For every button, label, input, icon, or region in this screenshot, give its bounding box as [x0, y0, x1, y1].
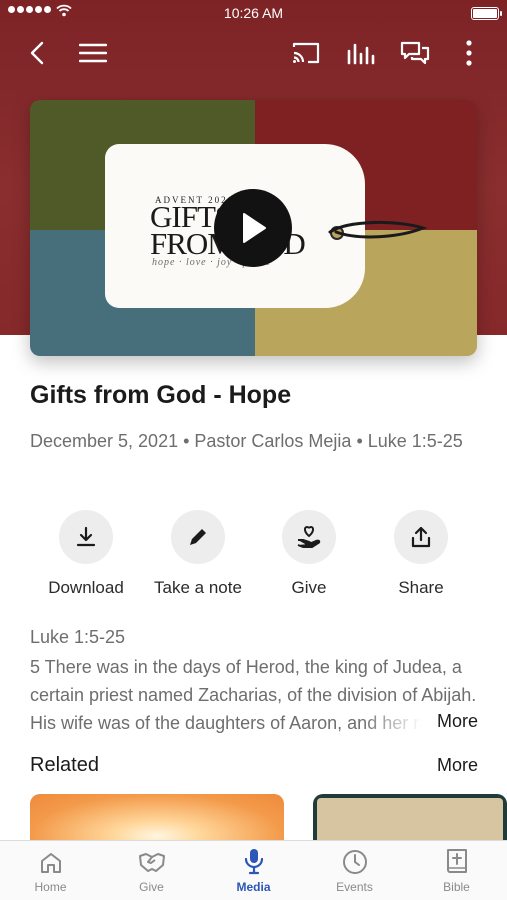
share-icon [394, 510, 448, 564]
take-note-button[interactable]: Take a note [142, 510, 254, 598]
status-bar: 10:26 AM [0, 0, 507, 26]
tab-media[interactable]: Media [203, 841, 304, 900]
action-label: Take a note [154, 578, 242, 597]
scripture-fade [362, 709, 422, 737]
tab-label: Events [336, 880, 373, 894]
tab-label: Home [34, 880, 67, 894]
play-icon [243, 213, 266, 243]
tab-events[interactable]: Events [304, 841, 405, 900]
related-more-link[interactable]: More [437, 755, 478, 776]
related-heading: Related [30, 754, 99, 776]
top-app-bar [0, 30, 507, 74]
tab-label: Bible [443, 880, 470, 894]
give-heart-hand-icon [282, 510, 336, 564]
download-button[interactable]: Download [30, 510, 142, 598]
status-time: 10:26 AM [223, 5, 284, 21]
microphone-icon [203, 841, 304, 875]
tab-home[interactable]: Home [0, 841, 101, 900]
home-icon [0, 841, 101, 875]
audio-bars-icon[interactable] [344, 36, 378, 70]
tab-label: Give [139, 880, 164, 894]
give-button[interactable]: Give [253, 510, 365, 598]
back-icon[interactable] [20, 36, 54, 70]
play-button[interactable] [214, 189, 292, 267]
chat-icon[interactable] [398, 36, 432, 70]
action-label: Share [398, 578, 444, 597]
battery-icon [471, 7, 502, 20]
tab-label: Media [236, 880, 271, 894]
clock-icon [304, 841, 405, 875]
bible-icon [406, 841, 507, 875]
media-thumbnail[interactable]: ADVENT 2021 GIFTS FROM GOD hope · love ·… [30, 100, 477, 356]
tab-give[interactable]: Give [101, 841, 202, 900]
more-vertical-icon[interactable] [452, 36, 486, 70]
action-label: Give [291, 578, 327, 597]
give-hands-icon [101, 841, 202, 875]
action-label: Download [48, 578, 124, 597]
media-title: Gifts from God - Hope [30, 381, 292, 409]
action-row: Download Take a note Give Share [30, 510, 477, 610]
scripture-reference: Luke 1:5-25 [30, 627, 126, 647]
pencil-icon [171, 510, 225, 564]
cast-icon[interactable] [289, 36, 323, 70]
tab-bible[interactable]: Bible [406, 841, 507, 900]
menu-icon[interactable] [76, 36, 110, 70]
download-icon [59, 510, 113, 564]
share-button[interactable]: Share [365, 510, 477, 598]
bottom-tab-bar: Home Give Media Events Bible [0, 840, 507, 900]
media-meta: December 5, 2021 • Pastor Carlos Mejia •… [30, 431, 463, 451]
gift-tag-string [328, 220, 428, 239]
scripture-more-link[interactable]: More [420, 711, 478, 732]
